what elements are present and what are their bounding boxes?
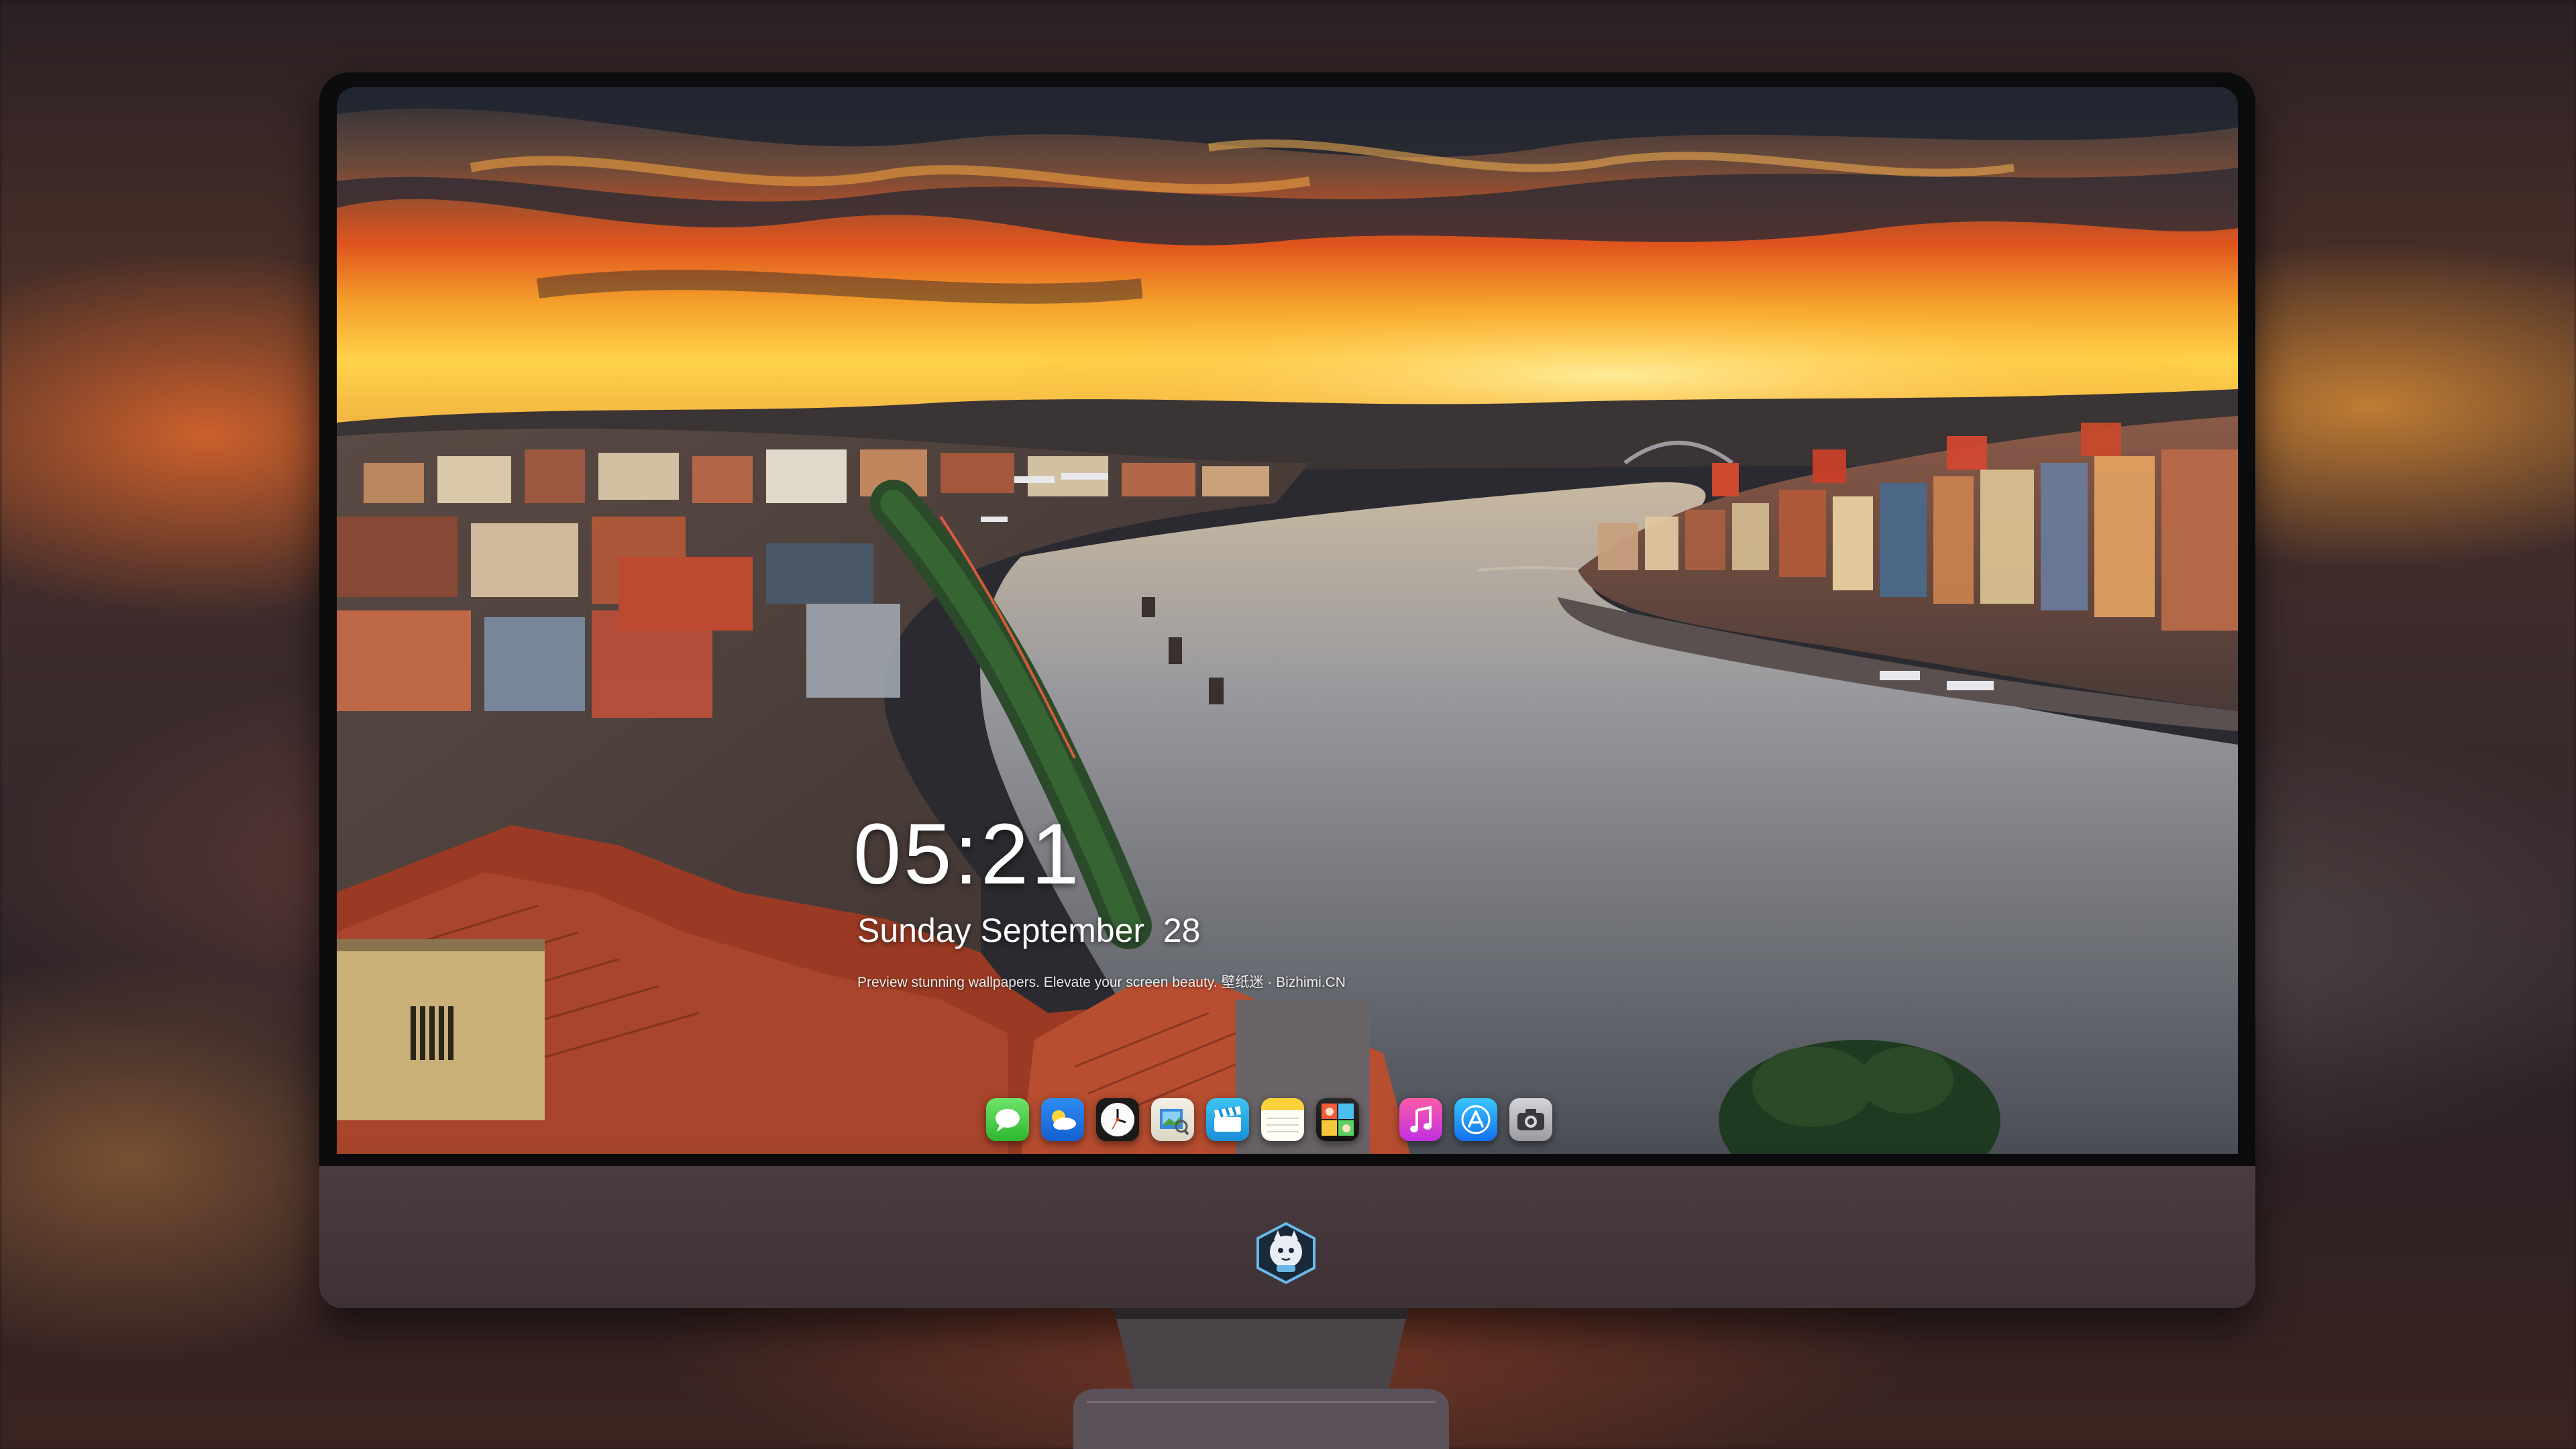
dock xyxy=(986,1089,1552,1150)
wallpaper-landscape xyxy=(337,87,2238,1154)
monitor-bezel: 05:21 Sunday September 28 Preview stunni… xyxy=(319,72,2255,1166)
monitor-stand xyxy=(1073,1308,1449,1449)
monitor-chin xyxy=(319,1166,2255,1308)
wallpaper-tagline: Preview stunning wallpapers. Elevate you… xyxy=(857,975,1346,990)
notes-icon[interactable] xyxy=(1261,1098,1304,1141)
music-icon[interactable] xyxy=(1399,1098,1442,1141)
screen: 05:21 Sunday September 28 Preview stunni… xyxy=(337,87,2238,1154)
preview-icon[interactable] xyxy=(1151,1098,1194,1141)
app-store-icon[interactable] xyxy=(1454,1098,1497,1141)
messages-icon[interactable] xyxy=(986,1098,1029,1141)
clock-icon[interactable] xyxy=(1096,1098,1139,1141)
weather-icon[interactable] xyxy=(1041,1098,1084,1141)
camera-icon[interactable] xyxy=(1509,1098,1552,1141)
clips-icon[interactable] xyxy=(1206,1098,1249,1141)
mascot-logo-icon xyxy=(1256,1222,1316,1285)
lock-screen-date: Sunday September 28 xyxy=(857,912,1201,949)
lock-screen-time: 05:21 xyxy=(853,806,1082,902)
photo-booth-icon[interactable] xyxy=(1316,1098,1359,1141)
